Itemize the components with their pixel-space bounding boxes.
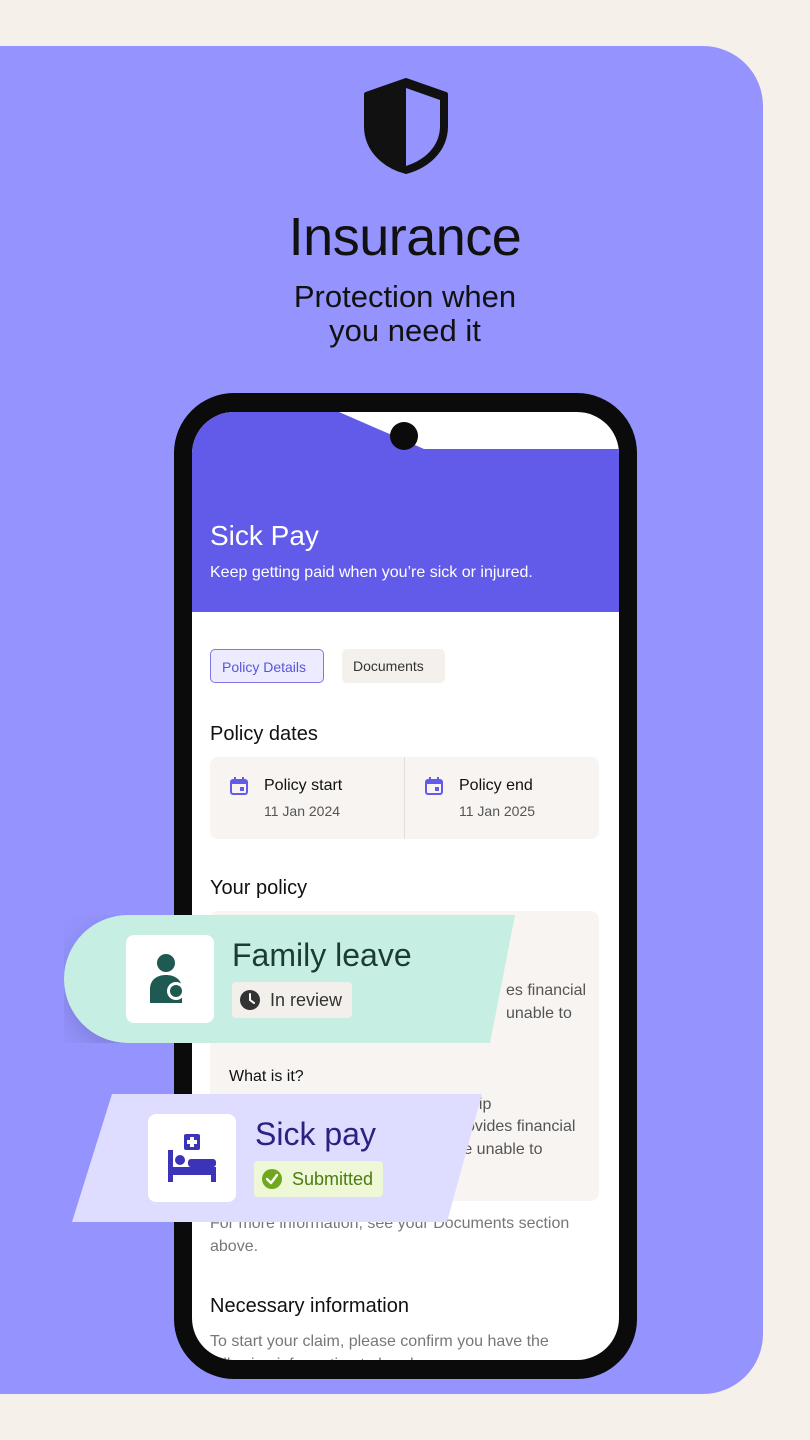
hospital-bed-icon [168, 1134, 216, 1182]
dates-divider [404, 757, 405, 839]
sick-pay-card[interactable]: Sick pay Submitted [72, 1094, 482, 1222]
family-leave-icon-tile [126, 935, 214, 1023]
check-circle-icon [262, 1169, 282, 1189]
calendar-icon [425, 777, 443, 795]
sick-pay-title: Sick pay [255, 1116, 376, 1152]
calendar-icon [230, 777, 248, 795]
necessary-info-text: To start your claim, please confirm you … [210, 1333, 549, 1360]
family-leave-card[interactable]: Family leave In review [64, 915, 515, 1043]
hero-subtitle-line-2: you need it [329, 313, 481, 348]
hero-title: Insurance [288, 207, 522, 267]
in-review-label: In review [270, 990, 343, 1010]
policy-start-value: 11 Jan 2024 [264, 803, 341, 819]
camera-notch [390, 422, 418, 450]
your-policy-title: Your policy [210, 877, 308, 899]
submitted-label: Submitted [292, 1169, 374, 1189]
policy-dates-title: Policy dates [210, 723, 318, 745]
hero-subtitle-line-1: Protection when [293, 279, 517, 314]
app-title: Sick Pay [210, 520, 319, 551]
policy-text-fragment: es financial [506, 982, 587, 999]
tab-policy-details[interactable]: Policy Details [210, 649, 324, 683]
necessary-info-title: Necessary information [210, 1295, 409, 1317]
hero-subtitle: Protection when you need it [0, 280, 810, 348]
in-review-badge: In review [232, 982, 353, 1018]
parent-child-icon [150, 954, 185, 1003]
tab-documents[interactable]: Documents [342, 649, 445, 683]
policy-text-fragment: unable to [506, 1005, 572, 1022]
clock-icon [240, 990, 260, 1010]
policy-dates-card: Policy start 11 Jan 2024 Policy end 11 J… [210, 757, 599, 839]
policy-end-value: 11 Jan 2025 [459, 803, 536, 819]
sick-pay-icon-tile [148, 1114, 236, 1202]
family-leave-title: Family leave [232, 937, 412, 973]
phone-frame: Sick Pay Keep getting paid when you’re s… [174, 393, 637, 1379]
shield-icon [364, 78, 448, 174]
app-subtitle: Keep getting paid when you’re sick or in… [210, 564, 533, 581]
submitted-badge: Submitted [254, 1161, 384, 1197]
policy-start-label: Policy start [264, 777, 343, 794]
policy-text-fragment: re unable to [458, 1141, 543, 1158]
what-is-it-heading: What is it? [229, 1068, 304, 1085]
policy-end-label: Policy end [459, 777, 533, 794]
policy-text-fragment: ovides financial [466, 1118, 576, 1135]
